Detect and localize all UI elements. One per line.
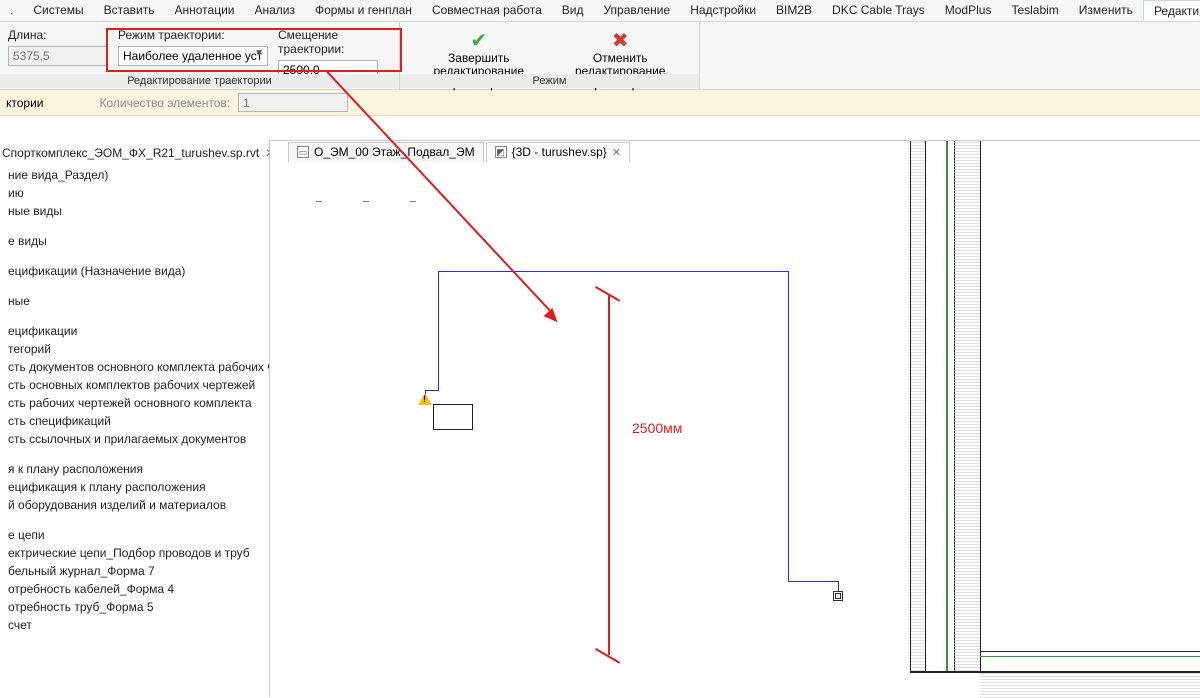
tab-annotate[interactable]: Аннотации bbox=[165, 0, 245, 21]
tab-bim2b[interactable]: BIM2B bbox=[766, 0, 822, 21]
path-segment bbox=[788, 271, 789, 581]
tab-insert[interactable]: Вставить bbox=[94, 0, 165, 21]
options-label-left: ктории bbox=[6, 96, 44, 110]
tab-modify[interactable]: Изменить bbox=[1069, 0, 1143, 21]
path-endpoint[interactable] bbox=[833, 591, 843, 601]
close-icon: ✖ bbox=[612, 30, 629, 52]
tab-addins[interactable]: Надстройки bbox=[680, 0, 766, 21]
tab-manage[interactable]: Управление bbox=[593, 0, 680, 21]
tick-icon bbox=[410, 201, 416, 202]
list-item[interactable]: ектрические цепи_Подбор проводов и труб bbox=[2, 544, 263, 562]
list-item[interactable]: ные виды bbox=[2, 202, 263, 220]
length-label: Длина: bbox=[8, 28, 108, 42]
tab-systems[interactable]: Системы bbox=[23, 0, 93, 21]
list-item[interactable]: сть основных комплектов рабочих чертежей bbox=[2, 376, 263, 394]
list-item[interactable]: отребность труб_Форма 5 bbox=[2, 598, 263, 616]
list-item[interactable]: сть рабочих чертежей основного комплекта bbox=[2, 394, 263, 412]
tab-collaborate[interactable]: Совместная работа bbox=[422, 0, 552, 21]
list-item[interactable]: бельный журнал_Форма 7 bbox=[2, 562, 263, 580]
tick-icon bbox=[316, 201, 322, 202]
list-item[interactable]: ние вида_Раздел) bbox=[2, 166, 263, 184]
warning-icon bbox=[418, 393, 432, 405]
ribbon-tabs: . Системы Вставить Аннотации Анализ Форм… bbox=[0, 0, 1200, 22]
view-tab-label: О_ЭМ_00 Этаж_Подвал_ЭМ bbox=[314, 145, 475, 159]
annotation-highlight-box bbox=[106, 28, 402, 72]
cube-icon: ◩ bbox=[495, 146, 507, 158]
count-label: Количество элементов: bbox=[100, 96, 231, 110]
list-item[interactable]: е цепи bbox=[2, 526, 263, 544]
tab-arch[interactable]: . bbox=[0, 0, 23, 21]
list-item[interactable]: сть документов основного комплекта рабоч… bbox=[2, 358, 263, 376]
list-item[interactable]: й оборудования изделий и материалов bbox=[2, 496, 263, 514]
list-item[interactable]: ецификации (Назначение вида) bbox=[2, 262, 263, 280]
options-bar: ктории Количество элементов: bbox=[0, 90, 1200, 116]
close-icon[interactable]: ✕ bbox=[612, 146, 621, 159]
tab-edit-path[interactable]: Редактирование траектории bbox=[1143, 0, 1200, 21]
drawing-canvas[interactable] bbox=[270, 140, 1200, 697]
view-tab-label: {3D - turushev.sp} bbox=[512, 145, 607, 159]
list-item[interactable]: ецификация к плану расположения bbox=[2, 478, 263, 496]
count-input[interactable] bbox=[238, 93, 348, 112]
electrical-device[interactable] bbox=[433, 404, 473, 430]
tab-analyze[interactable]: Анализ bbox=[244, 0, 305, 21]
length-input[interactable] bbox=[8, 46, 108, 66]
list-item[interactable]: тегорий bbox=[2, 340, 263, 358]
list-item[interactable]: сть ссылочных и прилагаемых документов bbox=[2, 430, 263, 448]
view-tab-3d[interactable]: ◩ {3D - turushev.sp} ✕ bbox=[486, 142, 630, 162]
plan-icon: ▭ bbox=[297, 146, 309, 158]
list-item[interactable]: ные bbox=[2, 292, 263, 310]
tab-teslabim[interactable]: Teslabim bbox=[1001, 0, 1068, 21]
browser-tree[interactable]: ние вида_Раздел) ию ные виды е виды ециф… bbox=[2, 166, 263, 634]
panel-title-mode: Режим bbox=[400, 74, 699, 88]
file-name: Спорткомплекс_ЭОМ_ФХ_R21_turushev.sp.rvt bbox=[2, 146, 259, 160]
path-segment bbox=[425, 390, 438, 391]
list-item[interactable]: ецификации bbox=[2, 322, 263, 340]
tab-modplus[interactable]: ModPlus bbox=[935, 0, 1002, 21]
project-browser[interactable]: Спорткомплекс_ЭОМ_ФХ_R21_turushev.sp.rvt… bbox=[0, 140, 270, 697]
annotation-dimension-text: 2500мм bbox=[632, 420, 682, 436]
annotation-dimension-line bbox=[608, 295, 610, 655]
tab-view[interactable]: Вид bbox=[552, 0, 594, 21]
list-item[interactable]: сть спецификаций bbox=[2, 412, 263, 430]
tick-icon bbox=[363, 201, 369, 202]
path-segment bbox=[438, 271, 439, 391]
path-segment bbox=[438, 271, 788, 272]
list-item[interactable]: е виды bbox=[2, 232, 263, 250]
workspace: Спорткомплекс_ЭОМ_ФХ_R21_turushev.sp.rvt… bbox=[0, 140, 1200, 697]
tab-dkc[interactable]: DKC Cable Trays bbox=[822, 0, 935, 21]
tab-massing[interactable]: Формы и генплан bbox=[305, 0, 422, 21]
list-item[interactable]: отребность кабелей_Форма 4 bbox=[2, 580, 263, 598]
view-tab-plan[interactable]: ▭ О_ЭМ_00 Этаж_Подвал_ЭМ bbox=[288, 142, 484, 162]
view-tabs: ▭ О_ЭМ_00 Этаж_Подвал_ЭМ ◩ {3D - turushe… bbox=[288, 140, 632, 162]
architectural-section bbox=[910, 141, 1200, 697]
path-segment bbox=[788, 581, 838, 582]
list-item[interactable]: счет bbox=[2, 616, 263, 634]
check-icon: ✔ bbox=[470, 30, 487, 52]
list-item[interactable]: ию bbox=[2, 184, 263, 202]
list-item[interactable]: я к плану расположения bbox=[2, 460, 263, 478]
